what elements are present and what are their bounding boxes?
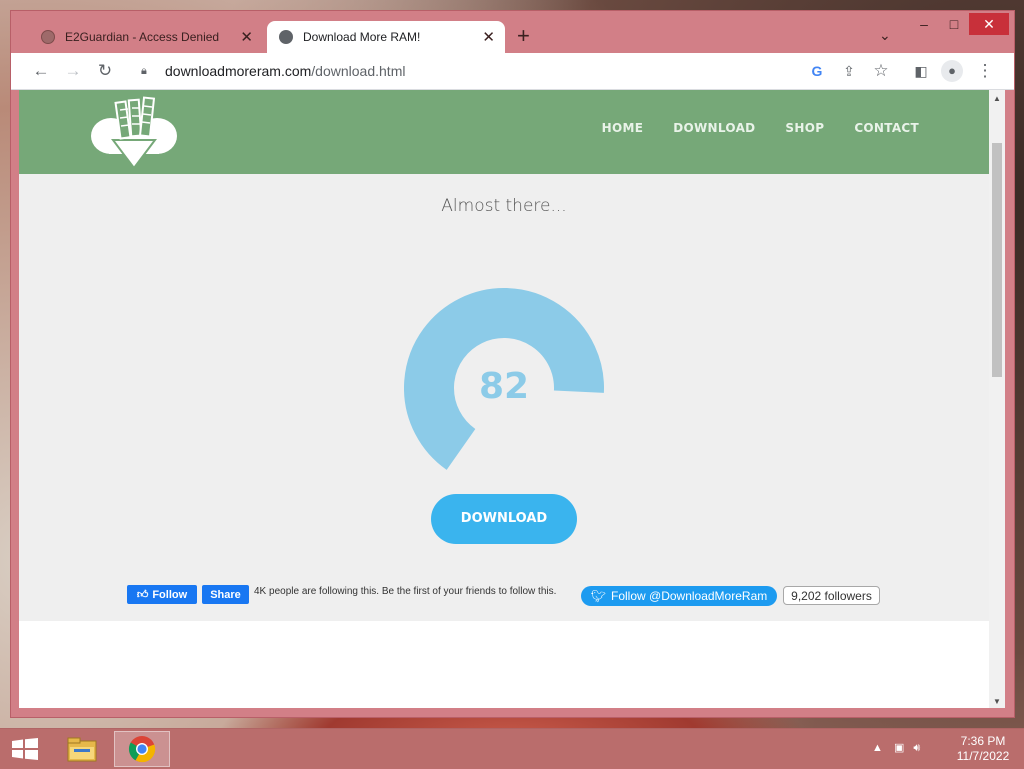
system-tray: ▲ ▣ 🔊︎ bbox=[872, 741, 920, 755]
bookmark-star-icon[interactable]: ☆ bbox=[871, 61, 891, 81]
reload-icon[interactable]: ↻ bbox=[95, 61, 115, 81]
ram-cloud-logo-icon bbox=[91, 96, 177, 170]
lock-icon[interactable]: 🔒︎ bbox=[141, 65, 159, 78]
chrome-taskbar-button[interactable] bbox=[114, 731, 170, 767]
globe-icon bbox=[41, 30, 55, 44]
back-arrow-icon[interactable]: ← bbox=[31, 61, 51, 81]
clock-date: 11/7/2022 bbox=[956, 749, 1010, 763]
browser-toolbar: ← → ↻ 🔒︎ downloadmoreram.com/download.ht… bbox=[11, 53, 1014, 90]
chrome-icon bbox=[128, 736, 156, 763]
progress-value: 82 bbox=[478, 366, 530, 407]
status-heading: Almost there... bbox=[441, 196, 567, 216]
network-icon[interactable]: ▣ bbox=[894, 742, 904, 754]
scroll-down-arrow-icon[interactable]: ▼ bbox=[992, 697, 1002, 706]
browser-window: E2Guardian - Access Denied ✕ Download Mo… bbox=[10, 10, 1015, 718]
globe-icon bbox=[279, 30, 293, 44]
facebook-follow-button[interactable]: 👍︎ Follow bbox=[127, 585, 197, 604]
windows-start-icon[interactable] bbox=[10, 738, 40, 760]
scroll-up-arrow-icon[interactable]: ▲ bbox=[992, 94, 1002, 103]
url-text[interactable]: downloadmoreram.com/download.html bbox=[165, 63, 405, 79]
side-panel-icon[interactable]: ◧ bbox=[911, 61, 931, 81]
share-icon[interactable]: ⇪ bbox=[839, 61, 859, 81]
tab-search-chevron-icon[interactable]: ⌄ bbox=[879, 27, 891, 44]
show-hidden-icons-icon[interactable]: ▲ bbox=[872, 742, 883, 754]
download-button[interactable]: DOWNLOAD bbox=[431, 494, 577, 544]
close-icon[interactable]: ✕ bbox=[240, 28, 253, 46]
forward-arrow-icon[interactable]: → bbox=[63, 61, 83, 81]
google-icon[interactable]: G bbox=[807, 61, 827, 81]
nav-home[interactable]: HOME bbox=[602, 121, 644, 135]
twitter-bird-icon: 🐦︎ bbox=[590, 589, 606, 603]
tab-title: Download More RAM! bbox=[303, 30, 421, 44]
facebook-share-button[interactable]: Share bbox=[202, 585, 249, 604]
maximize-button[interactable]: □ bbox=[939, 13, 969, 35]
taskbar-clock[interactable]: 7:36 PM 11/7/2022 bbox=[948, 734, 1018, 764]
title-bar: E2Guardian - Access Denied ✕ Download Mo… bbox=[11, 11, 1014, 53]
clock-time: 7:36 PM bbox=[960, 734, 1006, 748]
twitter-followers-count[interactable]: 9,202 followers bbox=[783, 586, 880, 605]
menu-dots-icon[interactable]: ⋮ bbox=[975, 61, 995, 81]
nav-download[interactable]: DOWNLOAD bbox=[673, 121, 755, 135]
twitter-follow-button[interactable]: 🐦︎ Follow @DownloadMoreRam bbox=[581, 586, 777, 606]
minimize-button[interactable]: – bbox=[909, 13, 939, 35]
close-icon[interactable]: ✕ bbox=[482, 28, 495, 46]
nav-contact[interactable]: CONTACT bbox=[854, 121, 919, 135]
scrollbar-thumb[interactable] bbox=[992, 143, 1002, 377]
facebook-follow-text: 4K people are following this. Be the fir… bbox=[254, 586, 557, 597]
tab-title: E2Guardian - Access Denied bbox=[65, 30, 220, 44]
tab-access-denied[interactable]: E2Guardian - Access Denied ✕ bbox=[33, 21, 263, 53]
folder-icon bbox=[67, 737, 97, 762]
new-tab-button[interactable]: + bbox=[517, 25, 530, 47]
taskbar: ▲ ▣ 🔊︎ 7:36 PM 11/7/2022 bbox=[0, 728, 1024, 769]
profile-avatar-icon[interactable]: ● bbox=[941, 60, 963, 82]
page-viewport: HOME DOWNLOAD SHOP CONTACT Almost there.… bbox=[19, 90, 989, 708]
volume-icon[interactable]: 🔊︎ bbox=[913, 742, 920, 754]
tab-download-more-ram[interactable]: Download More RAM! ✕ bbox=[267, 21, 505, 53]
page-blank-area bbox=[19, 621, 989, 708]
page-scrollbar[interactable]: ▲ ▼ bbox=[989, 90, 1005, 708]
site-header: HOME DOWNLOAD SHOP CONTACT bbox=[19, 90, 989, 174]
close-window-button[interactable]: ✕ bbox=[969, 13, 1009, 35]
nav-shop[interactable]: SHOP bbox=[785, 121, 824, 135]
thumbs-up-icon: 👍︎ bbox=[136, 589, 149, 601]
main-nav: HOME DOWNLOAD SHOP CONTACT bbox=[602, 121, 919, 135]
file-explorer-taskbar-button[interactable] bbox=[54, 731, 110, 767]
